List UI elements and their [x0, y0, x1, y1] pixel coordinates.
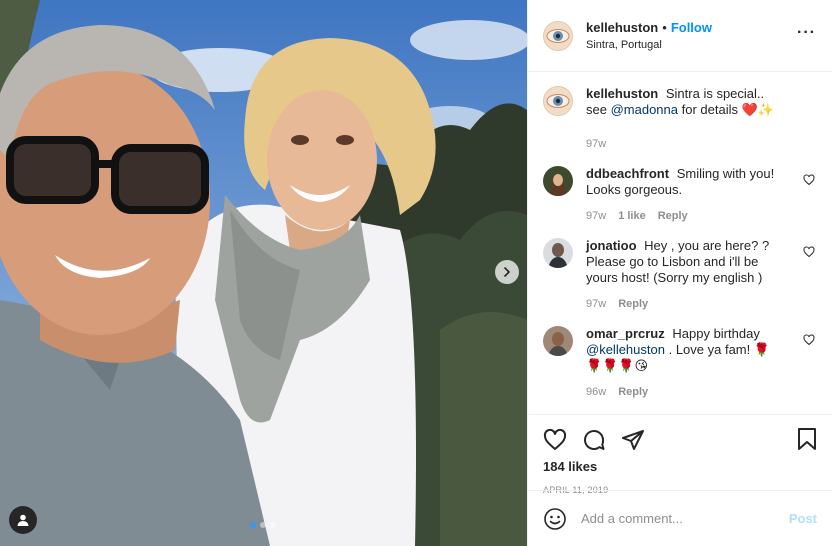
comment-text-start: Happy birthday	[672, 326, 760, 341]
eye-avatar-icon	[546, 28, 570, 43]
eye-avatar-icon	[546, 94, 570, 108]
comment-icon	[584, 429, 605, 450]
commenter-avatar[interactable]	[543, 238, 573, 268]
comment-time[interactable]: 96w	[586, 386, 606, 398]
emoji-button[interactable]	[543, 507, 567, 531]
post-author-username[interactable]: kellehuston	[586, 20, 658, 35]
comment-likes[interactable]: 1 like	[618, 210, 646, 222]
carousel-indicators	[250, 522, 276, 528]
reply-button[interactable]: Reply	[658, 210, 688, 222]
avatar[interactable]	[543, 20, 573, 51]
likes-count[interactable]: 184 likes	[543, 459, 817, 474]
post-header: kellehuston • Follow Sintra, Portugal ··…	[528, 0, 832, 72]
comment-username[interactable]: jonatioo	[586, 238, 637, 253]
caption-avatar[interactable]	[543, 86, 573, 116]
post-location[interactable]: Sintra, Portugal	[586, 39, 712, 51]
reply-button[interactable]: Reply	[618, 386, 648, 398]
user-tag-icon	[17, 514, 29, 526]
comment-mention[interactable]: @kellehuston	[586, 342, 665, 357]
carousel-dot	[260, 522, 266, 528]
avatar-photo	[543, 326, 573, 356]
comment-username[interactable]: omar_prcruz	[586, 326, 665, 341]
like-button[interactable]	[543, 428, 567, 452]
comment-username[interactable]: ddbeachfront	[586, 166, 669, 181]
heart-icon[interactable]	[803, 174, 815, 186]
post-actions: 184 likes APRIL 11, 2019 Post	[528, 414, 832, 546]
more-options-icon[interactable]: ···	[797, 25, 816, 41]
heart-icon[interactable]	[803, 246, 815, 258]
post-caption: kellehuston Sintra is special.. see @mad…	[543, 86, 817, 150]
comment-item: jonatioo Hey , you are here? ? Please go…	[543, 238, 817, 310]
comment-button[interactable]	[582, 428, 606, 452]
caption-username[interactable]: kellehuston	[586, 86, 658, 101]
add-comment-bar: Post	[528, 490, 832, 546]
chevron-right-icon	[504, 267, 510, 277]
caption-mention[interactable]: @madonna	[611, 102, 678, 117]
commenter-avatar[interactable]	[543, 166, 573, 196]
save-button[interactable]	[797, 427, 817, 454]
reply-button[interactable]: Reply	[618, 298, 648, 310]
post-comment-button[interactable]: Post	[789, 511, 817, 526]
smiley-icon	[544, 507, 566, 530]
comments-list[interactable]: kellehuston Sintra is special.. see @mad…	[528, 72, 832, 414]
bookmark-icon	[798, 428, 816, 450]
caption-time[interactable]: 97w	[586, 138, 606, 150]
follow-button[interactable]: Follow	[671, 20, 712, 35]
post-modal: kellehuston • Follow Sintra, Portugal ··…	[0, 0, 832, 546]
tagged-users-button[interactable]	[9, 506, 37, 534]
carousel-dot	[270, 522, 276, 528]
comment-item: omar_prcruz Happy birthday @kellehuston …	[543, 326, 817, 398]
next-slide-button[interactable]	[495, 260, 519, 284]
post-photo[interactable]	[0, 0, 527, 546]
share-button[interactable]	[621, 428, 645, 452]
header-separator: •	[662, 20, 667, 35]
photo-scene	[0, 0, 527, 546]
comment-time[interactable]: 97w	[586, 210, 606, 222]
caption-text-end: for details ❤️✨	[681, 102, 774, 117]
heart-icon[interactable]	[803, 334, 815, 346]
heart-icon	[543, 428, 567, 450]
post-side-panel: kellehuston • Follow Sintra, Portugal ··…	[527, 0, 832, 546]
paper-plane-icon	[622, 430, 644, 450]
commenter-avatar[interactable]	[543, 326, 573, 356]
avatar-photo	[543, 166, 573, 196]
carousel-dot-active	[250, 522, 256, 528]
comment-input[interactable]	[581, 511, 777, 526]
comment-item: ddbeachfront Smiling with you! Looks gor…	[543, 166, 817, 222]
comment-time[interactable]: 97w	[586, 298, 606, 310]
avatar-photo	[543, 238, 573, 268]
